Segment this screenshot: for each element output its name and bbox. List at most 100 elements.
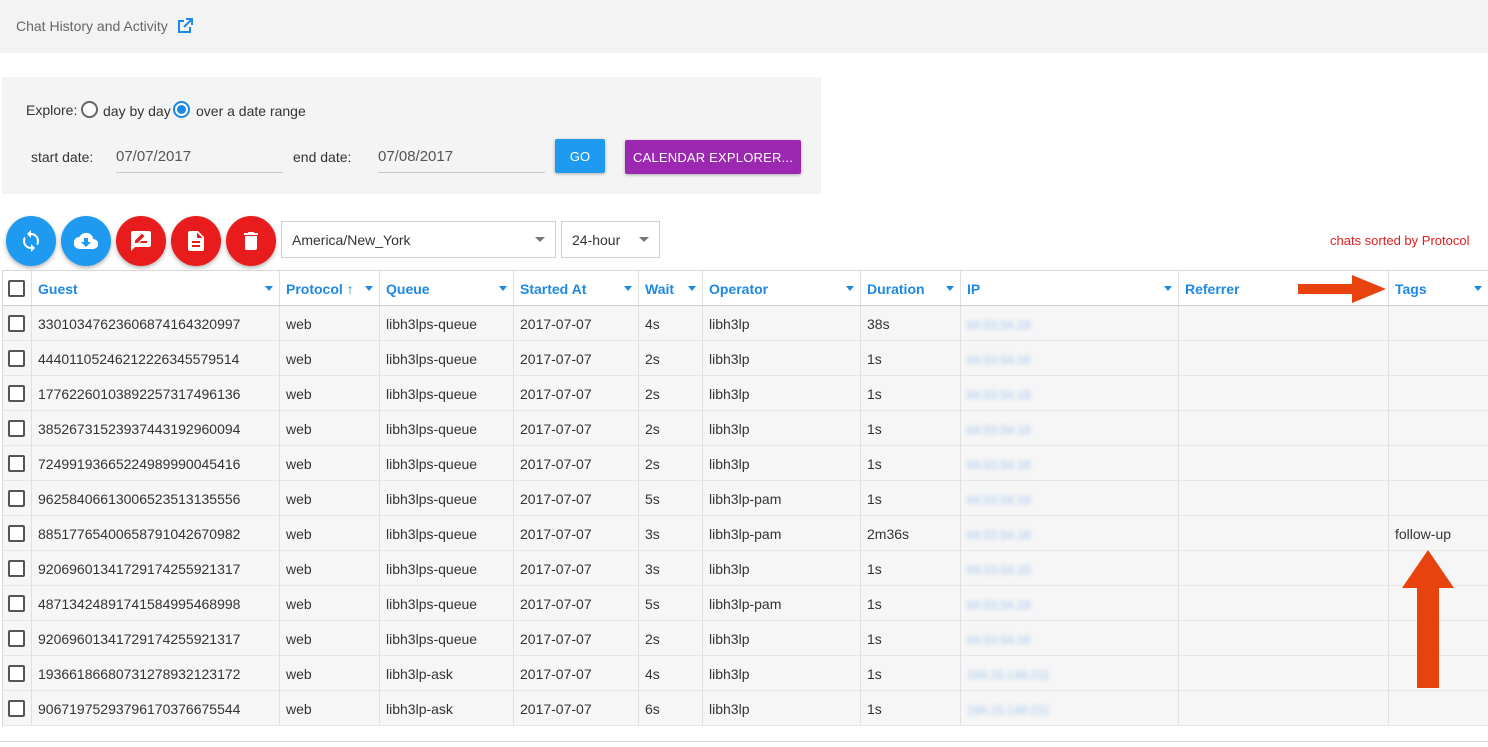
table-row[interactable]: 33010347623606874164320997 web libh3lps-qu… — [3, 306, 1488, 341]
duration-cell-value: 1s — [867, 596, 882, 612]
wait-cell: 2s — [639, 411, 703, 445]
row-checkbox[interactable] — [8, 560, 25, 577]
header-select-all[interactable] — [3, 271, 32, 305]
duration-cell: 2m36s — [861, 516, 961, 550]
row-checkbox[interactable] — [8, 350, 25, 367]
wait-cell-value: 2s — [645, 421, 660, 437]
started-at-cell: 2017-07-07 — [514, 516, 639, 550]
dropdown-icon[interactable] — [365, 286, 373, 291]
wait-cell: 6s — [639, 691, 703, 725]
row-checkbox[interactable] — [8, 525, 25, 542]
protocol-cell-value: web — [286, 456, 312, 472]
timezone-select[interactable]: America/New_York — [281, 221, 556, 258]
dropdown-icon[interactable] — [265, 286, 273, 291]
guest-cell-value: 72499193665224989990045416 — [38, 456, 241, 472]
protocol-cell: web — [280, 446, 380, 480]
table-row[interactable]: 19366186680731278932123172 web libh3lp-ask… — [3, 656, 1488, 691]
wait-cell: 4s — [639, 656, 703, 690]
transcript-button[interactable] — [171, 216, 221, 266]
column-header-guest[interactable]: Guest — [32, 271, 280, 305]
column-header-started-at[interactable]: Started At — [514, 271, 639, 305]
row-checkbox[interactable] — [8, 455, 25, 472]
start-date-input[interactable]: 07/07/2017 — [116, 139, 283, 173]
duration-cell: 1s — [861, 341, 961, 375]
radio-day-by-day[interactable] — [81, 101, 98, 118]
column-header-operator[interactable]: Operator — [703, 271, 861, 305]
guest-cell-value: 88517765400658791042670982 — [38, 526, 241, 542]
radio-date-range[interactable] — [173, 101, 190, 118]
duration-cell-value: 1s — [867, 386, 882, 402]
table-row[interactable]: 48713424891741584995468998 web libh3lps-qu… — [3, 586, 1488, 621]
table-row[interactable]: 38526731523937443192960094 web libh3lps-qu… — [3, 411, 1488, 446]
queue-cell-value: libh3lp-ask — [386, 701, 453, 717]
calendar-explorer-button[interactable]: CALENDAR EXPLORER... — [625, 140, 801, 174]
row-checkbox[interactable] — [8, 490, 25, 507]
table-header: Guest Protocol ↑ Queue Started At Wait O… — [3, 271, 1488, 306]
table-row[interactable]: 72499193665224989990045416 web libh3lps-qu… — [3, 446, 1488, 481]
go-button[interactable]: GO — [555, 139, 605, 173]
column-header-tags[interactable]: Tags — [1389, 271, 1488, 305]
select-all-checkbox[interactable] — [8, 280, 25, 297]
row-checkbox[interactable] — [8, 315, 25, 332]
tags-cell — [1389, 376, 1488, 410]
wait-cell-value: 3s — [645, 561, 660, 577]
ip-cell: 184.15.149.211 — [961, 656, 1179, 690]
column-header-queue[interactable]: Queue — [380, 271, 514, 305]
row-checkbox[interactable] — [8, 595, 25, 612]
protocol-cell: web — [280, 341, 380, 375]
dropdown-icon[interactable] — [624, 286, 632, 291]
row-checkbox[interactable] — [8, 385, 25, 402]
table-row[interactable]: 90671975293796170376675544 web libh3lp-ask… — [3, 691, 1488, 726]
table-row[interactable]: 17762260103892257317496136 web libh3lps-qu… — [3, 376, 1488, 411]
dropdown-icon[interactable] — [688, 286, 696, 291]
guest-cell-value: 92069601341729174255921317 — [38, 631, 241, 647]
started-at-cell-value: 2017-07-07 — [520, 631, 592, 647]
duration-cell-value: 1s — [867, 491, 882, 507]
ip-cell-value: 64.53.54.18 — [967, 388, 1031, 402]
dropdown-icon[interactable] — [846, 286, 854, 291]
duration-cell-value: 1s — [867, 421, 882, 437]
referrer-cell — [1179, 306, 1389, 340]
report-button[interactable] — [116, 216, 166, 266]
started-at-cell-value: 2017-07-07 — [520, 701, 592, 717]
delete-button[interactable] — [226, 216, 276, 266]
row-checkbox[interactable] — [8, 665, 25, 682]
column-header-wait[interactable]: Wait — [639, 271, 703, 305]
table-row[interactable]: 88517765400658791042670982 web libh3lps-qu… — [3, 516, 1488, 551]
radio-day-by-day-label[interactable]: day by day — [103, 103, 171, 119]
row-checkbox[interactable] — [8, 630, 25, 647]
row-checkbox[interactable] — [8, 420, 25, 437]
wait-cell: 4s — [639, 306, 703, 340]
report-icon — [131, 231, 151, 251]
protocol-cell-value: web — [286, 701, 312, 717]
clock-format-select[interactable]: 24-hour — [561, 221, 660, 258]
dropdown-icon[interactable] — [946, 286, 954, 291]
refresh-button[interactable] — [6, 216, 56, 266]
dropdown-icon[interactable] — [1474, 286, 1482, 291]
duration-cell: 1s — [861, 446, 961, 480]
column-header-ip[interactable]: IP — [961, 271, 1179, 305]
table-row[interactable]: 92069601341729174255921317 web libh3lps-qu… — [3, 621, 1488, 656]
wait-cell-value: 2s — [645, 386, 660, 402]
guest-cell: 92069601341729174255921317 — [32, 621, 280, 655]
ip-cell-value: 64.53.54.18 — [967, 493, 1031, 507]
column-header-protocol[interactable]: Protocol ↑ — [280, 271, 380, 305]
end-date-input[interactable]: 07/08/2017 — [378, 139, 545, 173]
table-row[interactable]: 44401105246212226345579514 web libh3lps-qu… — [3, 341, 1488, 376]
wait-cell-value: 6s — [645, 701, 660, 717]
download-button[interactable] — [61, 216, 111, 266]
started-at-cell: 2017-07-07 — [514, 551, 639, 585]
row-checkbox[interactable] — [8, 700, 25, 717]
table-row[interactable]: 92069601341729174255921317 web libh3lps-qu… — [3, 551, 1488, 586]
column-label: Tags — [1395, 281, 1427, 297]
row-select-cell — [3, 376, 32, 410]
radio-date-range-label[interactable]: over a date range — [196, 103, 306, 119]
external-link-icon[interactable] — [176, 17, 194, 35]
row-select-cell — [3, 656, 32, 690]
dropdown-icon[interactable] — [499, 286, 507, 291]
column-header-duration[interactable]: Duration — [861, 271, 961, 305]
table-row[interactable]: 96258406613006523513135556 web libh3lps-qu… — [3, 481, 1488, 516]
dropdown-icon[interactable] — [1164, 286, 1172, 291]
started-at-cell: 2017-07-07 — [514, 656, 639, 690]
referrer-cell — [1179, 376, 1389, 410]
